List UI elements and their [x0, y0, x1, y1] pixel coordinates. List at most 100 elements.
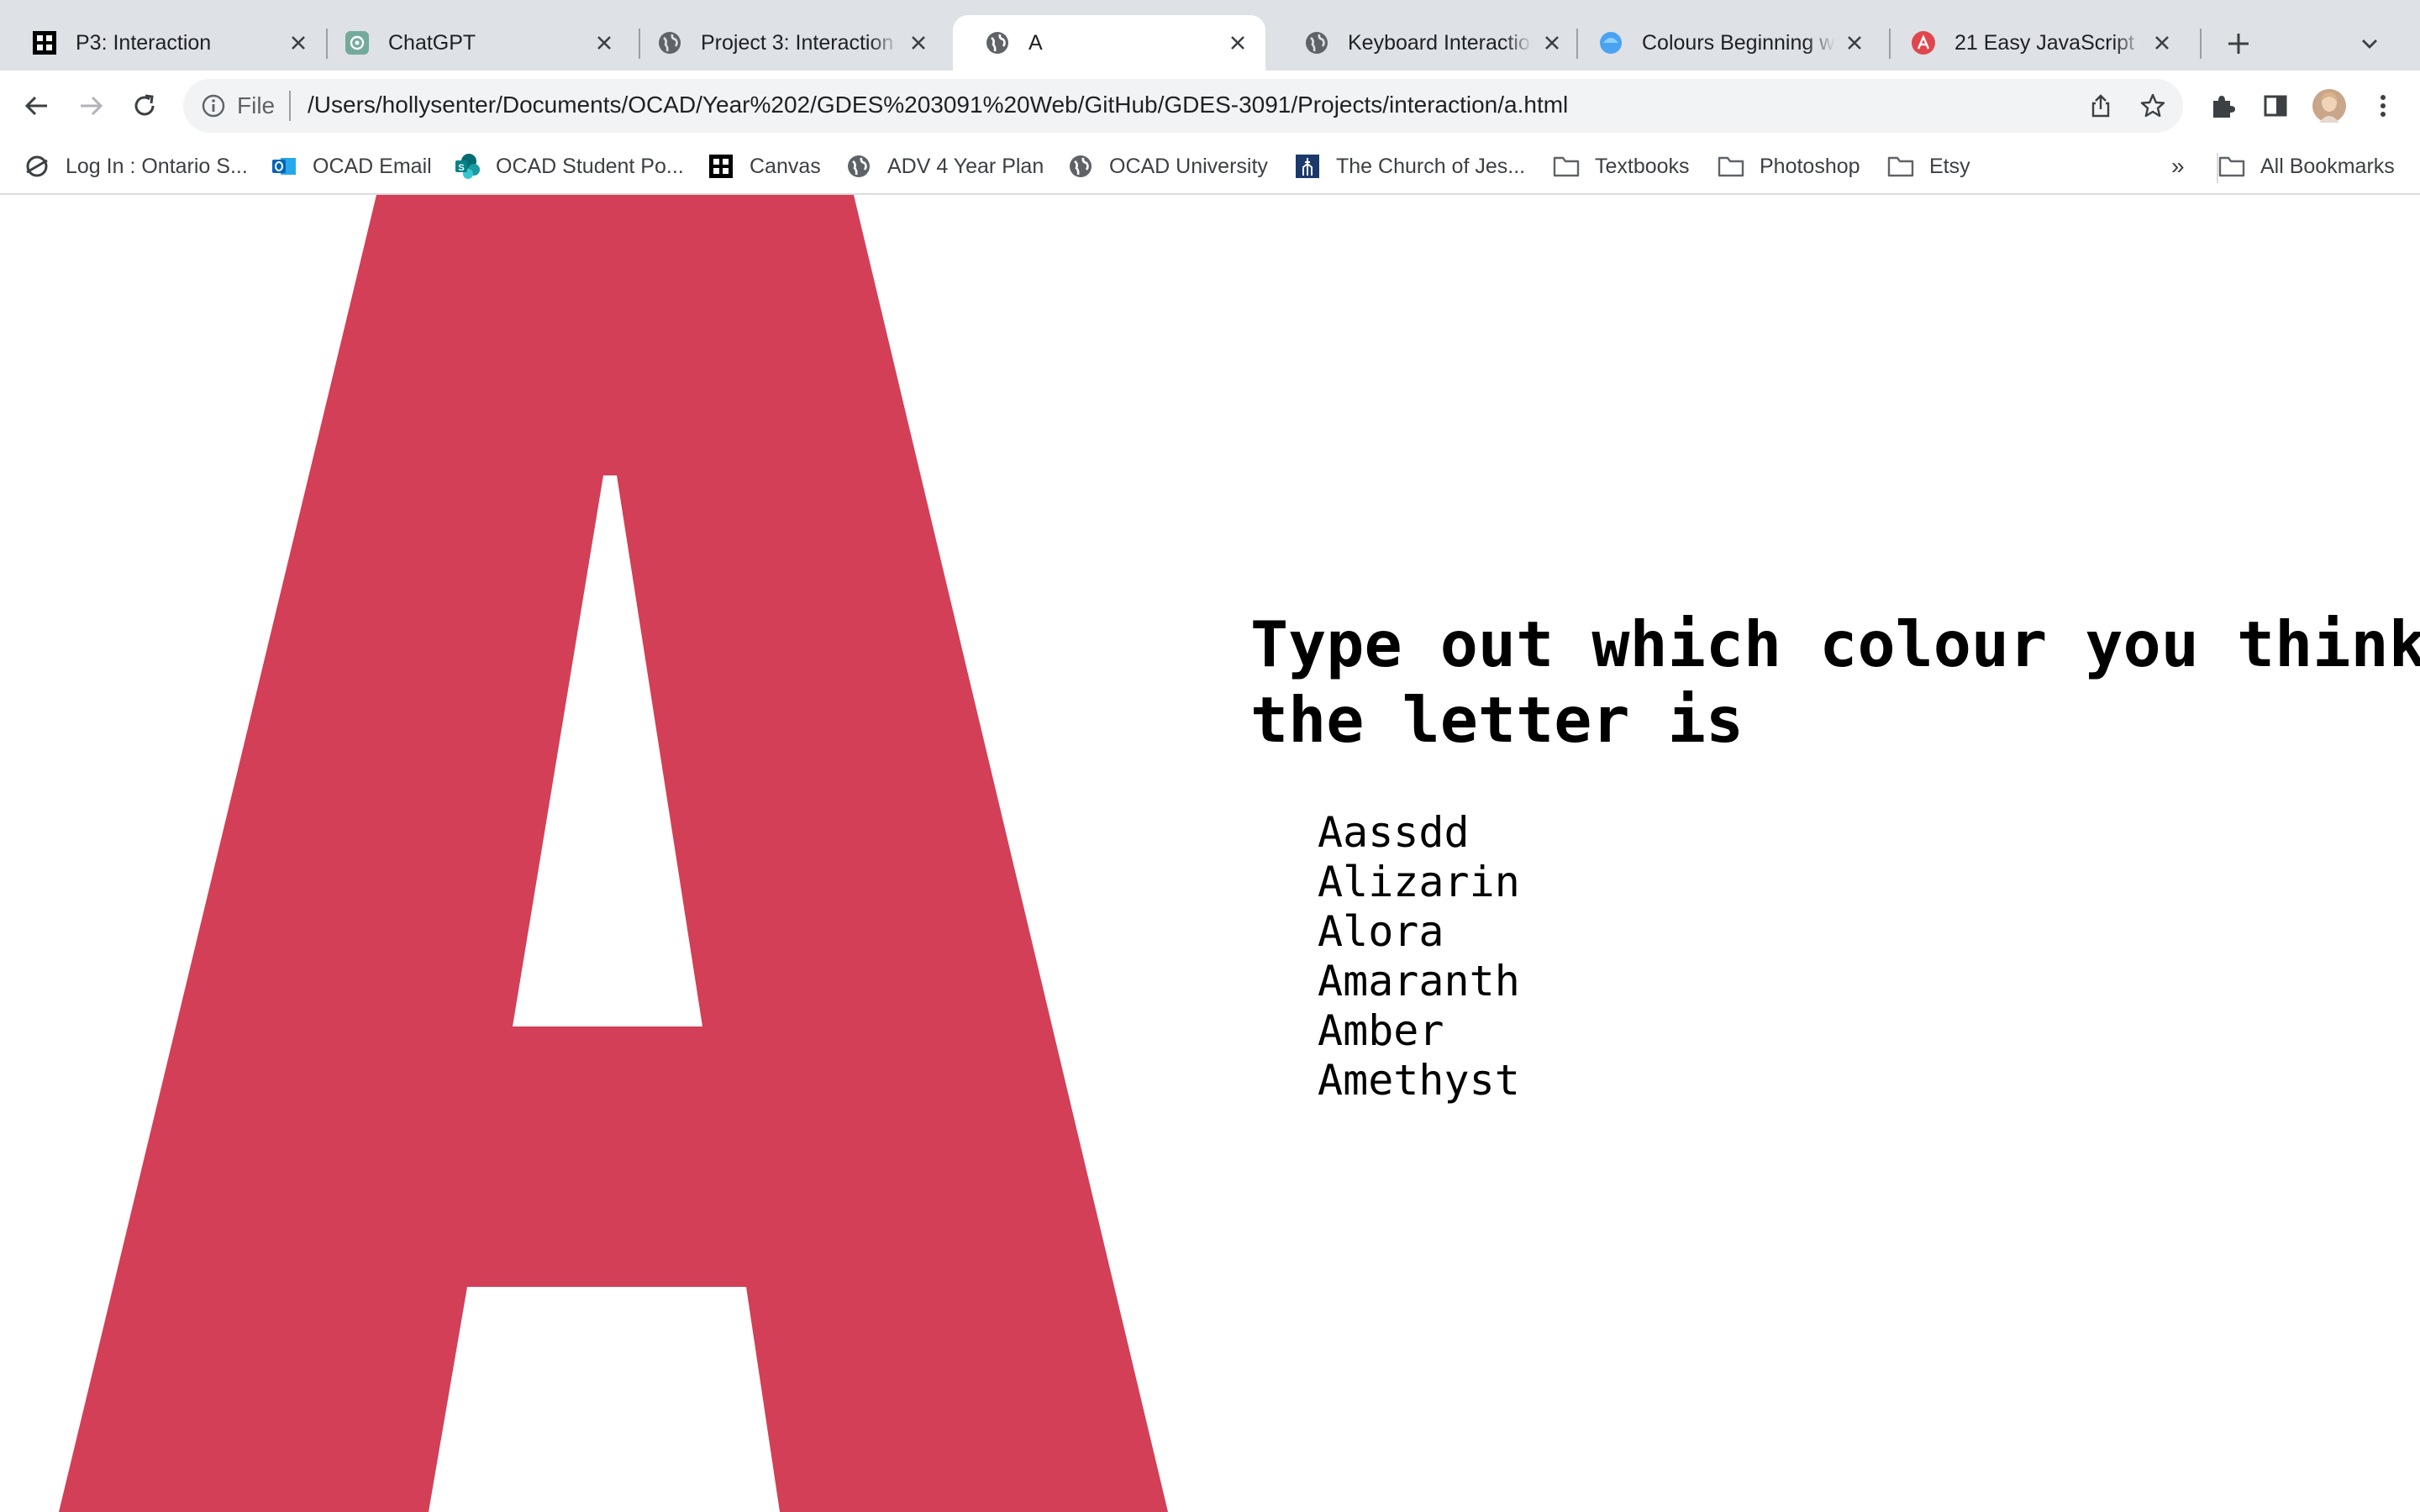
bookmark-ocad-university[interactable]: OCAD University	[1067, 150, 1268, 183]
forward-button[interactable]	[71, 86, 111, 126]
outlook-icon	[271, 153, 297, 180]
tab-title: ChatGPT	[388, 30, 476, 55]
bookmark-ontario[interactable]: Log In : Ontario S...	[24, 150, 248, 183]
tab-p3-interaction[interactable]: P3: Interaction	[0, 15, 326, 71]
side-panel-icon	[2264, 95, 2287, 117]
red-logo-icon	[1911, 30, 1936, 55]
close-icon[interactable]	[1225, 30, 1250, 55]
bookmark-label: The Church of Jes...	[1336, 154, 1526, 178]
close-icon[interactable]	[906, 30, 931, 55]
tab-title: A	[1028, 30, 1043, 55]
bookmark-star-icon[interactable]	[2134, 87, 2171, 124]
page-heading: Type out which colour you think the lett…	[1250, 607, 2420, 757]
close-icon[interactable]	[592, 30, 617, 55]
close-icon[interactable]	[286, 30, 311, 55]
church-icon	[1294, 153, 1321, 180]
close-icon[interactable]	[1539, 30, 1565, 55]
arrow-left-icon	[24, 96, 47, 116]
kebab-menu-icon	[2381, 95, 2386, 117]
list-item: Amaranth	[1318, 957, 1520, 1005]
reload-icon	[134, 94, 155, 116]
big-letter-a	[59, 195, 1168, 1512]
bookmark-label: OCAD Student Po...	[496, 154, 684, 178]
blue-circle-icon	[1598, 30, 1623, 55]
globe-icon	[1304, 30, 1329, 55]
globe-icon	[1067, 153, 1094, 180]
bookmark-folder-etsy[interactable]: Etsy	[1887, 150, 1970, 183]
bookmark-canvas[interactable]: Canvas	[708, 150, 821, 183]
bookmark-label: Textbooks	[1595, 154, 1690, 178]
tab-title: Colours Beginning w	[1642, 30, 1835, 55]
bookmarks-bar: Log In : Ontario S... OCAD Email S OCAD …	[0, 141, 2420, 195]
folder-icon	[1887, 153, 1914, 180]
share-icon[interactable]	[2082, 87, 2119, 124]
new-tab-button[interactable]	[2218, 24, 2259, 64]
colour-list: Aassdd Alizarin Alora Amaranth Amber Ame…	[1318, 808, 1520, 1105]
page-content: Type out which colour you think the lett…	[0, 195, 2420, 1512]
bookmark-label: ADV 4 Year Plan	[887, 154, 1044, 178]
ontario-logo-icon	[24, 153, 50, 180]
url-divider	[289, 91, 291, 121]
tab-21-easy-javascript[interactable]: 21 Easy JavaScript P	[1879, 15, 2190, 71]
tab-search-button[interactable]	[2349, 24, 2390, 64]
info-icon[interactable]	[198, 91, 229, 121]
close-icon[interactable]	[1842, 30, 1867, 55]
bookmark-label: Canvas	[750, 154, 821, 178]
canvas-grid-icon	[32, 30, 57, 55]
tab-strip: P3: Interaction ChatGPT Project 3: Inter…	[0, 0, 2420, 71]
svg-text:S: S	[458, 163, 464, 173]
chevron-down-icon	[2362, 39, 2377, 49]
tab-title: Project 3: Interaction	[701, 30, 894, 55]
list-item: Alizarin	[1318, 858, 1520, 906]
list-item: Amber	[1318, 1006, 1444, 1055]
extensions-button[interactable]	[2202, 86, 2242, 126]
list-item: Amethyst	[1318, 1056, 1520, 1105]
bookmark-ocad-email[interactable]: OCAD Email	[271, 150, 432, 183]
tab-project-3-interaction[interactable]: Project 3: Interaction	[625, 15, 946, 71]
canvas-grid-icon	[708, 153, 734, 180]
globe-icon	[657, 30, 682, 55]
globe-icon	[985, 30, 1010, 55]
all-bookmarks-button[interactable]: All Bookmarks	[2218, 150, 2395, 183]
address-bar[interactable]: File /Users/hollysenter/Documents/OCAD/Y…	[183, 79, 2183, 133]
bookmark-label: Log In : Ontario S...	[66, 154, 248, 178]
avatar-icon	[2312, 89, 2346, 123]
tab-keyboard-interaction[interactable]: Keyboard Interaction	[1272, 15, 1580, 71]
side-panel-button[interactable]	[2255, 86, 2296, 126]
bookmark-folder-textbooks[interactable]: Textbooks	[1553, 150, 1690, 183]
tab-a-active[interactable]: A	[953, 15, 1265, 71]
tab-title: P3: Interaction	[76, 30, 212, 55]
tab-title: Keyboard Interaction	[1348, 30, 1533, 55]
tab-colours-beginning[interactable]: Colours Beginning w	[1566, 15, 1882, 71]
bookmark-adv-4-year-plan[interactable]: ADV 4 Year Plan	[845, 150, 1044, 183]
tab-title: 21 Easy JavaScript P	[1954, 30, 2143, 55]
big-letter-shape	[59, 195, 1168, 1512]
bookmark-ocad-student-portal[interactable]: S OCAD Student Po...	[454, 150, 684, 183]
list-item: Alora	[1318, 907, 1444, 956]
bookmark-label: All Bookmarks	[2260, 154, 2395, 178]
url-scheme-label: File	[237, 92, 276, 118]
bookmark-church[interactable]: The Church of Jes...	[1294, 150, 1525, 183]
back-button[interactable]	[17, 86, 57, 126]
chatgpt-icon	[345, 30, 370, 55]
folder-icon	[1553, 153, 1580, 180]
bookmark-folder-photoshop[interactable]: Photoshop	[1718, 150, 1860, 183]
reload-button[interactable]	[124, 86, 165, 126]
list-item: Aassdd	[1318, 808, 1470, 857]
bookmarks-overflow-button[interactable]: »	[2171, 150, 2185, 183]
tab-chatgpt[interactable]: ChatGPT	[313, 15, 632, 71]
globe-icon	[845, 153, 872, 180]
bookmark-label: OCAD University	[1109, 154, 1268, 178]
folder-icon	[2218, 153, 2245, 180]
sharepoint-icon: S	[454, 153, 481, 180]
folder-icon	[1718, 153, 1744, 180]
plus-icon	[2228, 34, 2249, 54]
url-text[interactable]: /Users/hollysenter/Documents/OCAD/Year%2…	[308, 92, 1568, 118]
tab-separator	[2200, 29, 2202, 59]
profile-avatar[interactable]	[2309, 86, 2349, 126]
arrow-right-icon	[81, 96, 103, 116]
close-icon[interactable]	[2149, 30, 2175, 55]
puzzle-icon	[2213, 96, 2235, 118]
menu-button[interactable]	[2363, 86, 2403, 126]
bookmark-label: OCAD Email	[313, 154, 432, 178]
